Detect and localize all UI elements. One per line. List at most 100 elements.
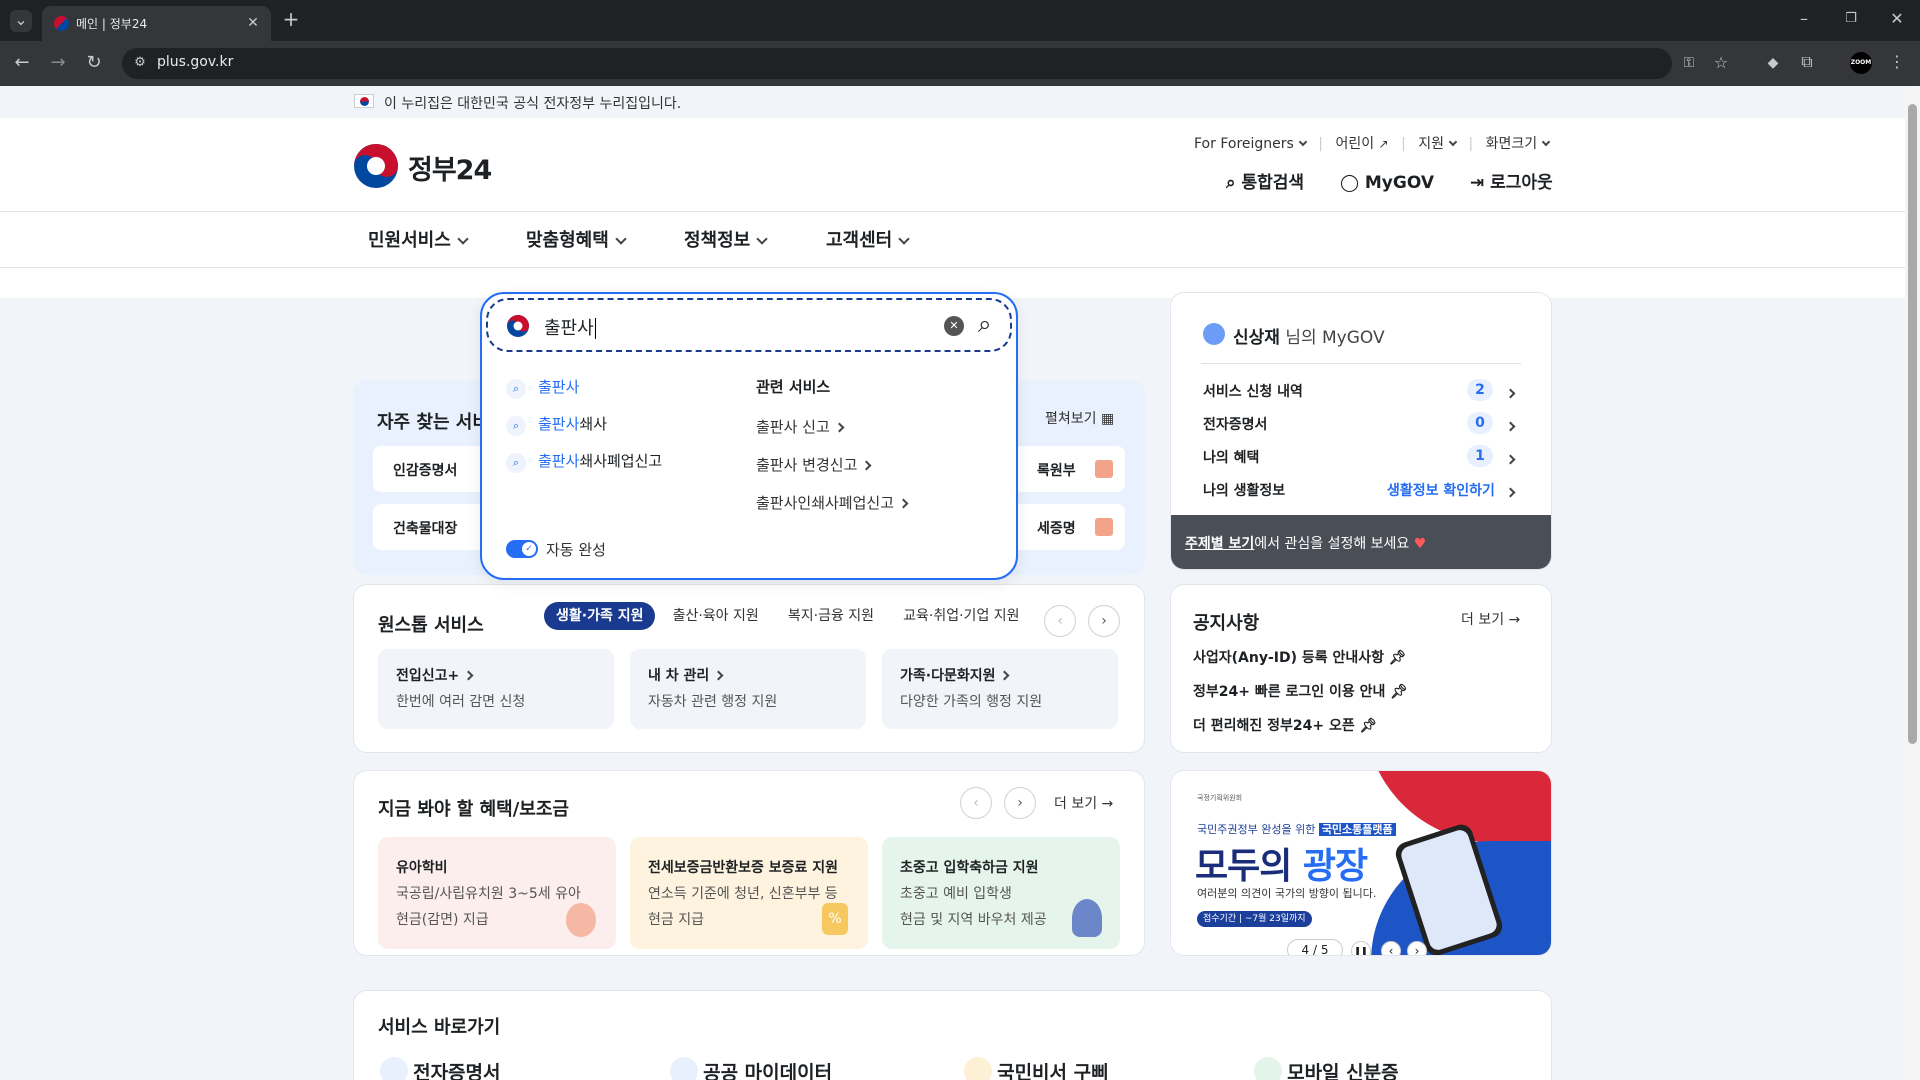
related-service-link[interactable]: 출판사인쇄사폐업신고	[756, 492, 909, 513]
forward-icon[interactable]: →	[46, 53, 70, 73]
pause-icon[interactable]: ❚❚	[1351, 941, 1371, 955]
grid-icon: ▦	[1100, 411, 1115, 427]
restore-icon[interactable]: ❐	[1839, 9, 1863, 29]
favicon-icon	[54, 16, 69, 31]
mygov-button[interactable]: ◯ MyGOV	[1340, 173, 1434, 193]
notice-item[interactable]: 더 편리해진 정부24+ 오픈 📌︎	[1193, 715, 1377, 735]
frequent-services-title: 자주 찾는 서비	[377, 412, 489, 433]
nav-item-benefits[interactable]: 맞춤형혜택	[526, 226, 627, 252]
mygov-footer: 주제별 보기에서 관심을 설정해 보세요 ♥	[1171, 515, 1551, 569]
assistant-icon	[964, 1057, 992, 1080]
site-logo[interactable]	[352, 142, 400, 190]
extension-icon[interactable]: ◆	[1762, 53, 1784, 73]
related-service-link[interactable]: 출판사 변경신고	[756, 454, 872, 475]
minimize-icon[interactable]: –	[1792, 9, 1816, 29]
shortcut-item[interactable]: 공공 마이데이터	[670, 1057, 832, 1080]
support-link[interactable]: 지원	[1418, 136, 1458, 152]
prev-arrow-icon[interactable]: ‹	[960, 787, 992, 819]
notices-more-link[interactable]: 더 보기 →	[1461, 609, 1520, 629]
next-arrow-icon[interactable]: ›	[1407, 941, 1427, 955]
scrollbar-thumb[interactable]	[1908, 104, 1917, 744]
mygov-row-certificates[interactable]: 전자증명서 0	[1201, 410, 1521, 440]
expand-button[interactable]: 펼쳐보기 ▦	[1045, 408, 1114, 428]
promo-headline: 모두의 광장	[1195, 846, 1368, 887]
suggestion-item[interactable]: ⌕ 출판사	[506, 376, 579, 399]
onestop-item[interactable]: 전입신고+ 한번에 여러 감면 신청	[378, 649, 614, 729]
tab-search-icon[interactable]: ⌄	[10, 10, 32, 32]
prev-arrow-icon[interactable]: ‹	[1381, 941, 1401, 955]
mygov-row-lifeinfo[interactable]: 나의 생활정보 생활정보 확인하기	[1201, 476, 1521, 506]
next-arrow-icon[interactable]: ›	[1088, 605, 1120, 637]
logout-button[interactable]: ⇥ 로그아웃	[1470, 173, 1553, 193]
nav-bottom-divider	[0, 267, 1905, 268]
site-header	[0, 118, 1905, 298]
shortcut-item[interactable]: 모바일 신분증	[1254, 1057, 1399, 1080]
nav-item-civil-service[interactable]: 민원서비스	[368, 226, 469, 252]
tab-education-job[interactable]: 교육·취업·기업 지원	[891, 602, 1031, 630]
shortcut-item[interactable]: 전자증명서	[380, 1057, 501, 1080]
tab-life-family[interactable]: 생활·가족 지원	[544, 602, 656, 630]
header-actions: ⌕ 통합검색 ◯ MyGOV ⇥ 로그아웃	[1226, 168, 1553, 193]
promo-banner[interactable]: 국정기획위원회 국민주권정부 완성을 위한 국민소통플랫폼 모두의 광장 여러분…	[1170, 770, 1552, 956]
tab-close-icon[interactable]: ✕	[244, 13, 262, 31]
pin-icon: 📌︎	[1388, 650, 1407, 666]
address-bar[interactable]: ⚙ plus.gov.kr ⚿ ☆	[122, 48, 1728, 79]
search-icon: ⌕	[1226, 173, 1236, 193]
onestop-title: 원스톱 서비스	[378, 615, 484, 636]
mygov-row-applications[interactable]: 서비스 신청 내역 2	[1201, 377, 1521, 407]
onestop-item[interactable]: 내 차 관리 자동차 관련 행정 지원	[630, 649, 866, 729]
suggestion-item[interactable]: ⌕ 출판사쇄사폐업신고	[506, 450, 662, 473]
children-link[interactable]: 어린이 ↗	[1335, 136, 1388, 152]
tab-title: 메인 | 정부24	[76, 17, 148, 31]
percent-tag-icon: %	[822, 903, 848, 935]
reload-icon[interactable]: ↻	[82, 53, 106, 73]
autocomplete-toggle[interactable]: ✓	[506, 540, 538, 558]
notice-item[interactable]: 사업자(Any-ID) 등록 안내사항 📌︎	[1193, 647, 1407, 667]
new-tab-icon[interactable]: +	[280, 9, 302, 29]
prev-arrow-icon[interactable]: ‹	[1044, 605, 1076, 637]
benefit-item[interactable]: 초중고 입학축하금 지원 초중고 예비 입학생 현금 및 지역 바우처 제공	[882, 837, 1120, 949]
back-icon[interactable]: ←	[10, 53, 34, 73]
integrated-search-button[interactable]: ⌕ 통합검색	[1226, 173, 1304, 193]
tab-birth-childcare[interactable]: 출산·육아 지원	[661, 602, 771, 630]
window-close-icon[interactable]: ✕	[1885, 9, 1909, 29]
shortcuts-card: 서비스 바로가기 전자증명서 공공 마이데이터 국민비서 구삐 모바일 신분증	[353, 990, 1552, 1080]
search-input[interactable]: 출판사	[544, 314, 596, 340]
next-arrow-icon[interactable]: ›	[1004, 787, 1036, 819]
pin-icon: 📌︎	[1390, 684, 1409, 700]
korea-flag-icon	[354, 94, 374, 108]
gov-banner: 이 누리집은 대한민국 공식 전자정부 누리집입니다.	[0, 86, 1905, 118]
tab-welfare-finance[interactable]: 복지·금융 지원	[776, 602, 886, 630]
promo-org: 국정기획위원회	[1197, 794, 1243, 802]
benefits-title: 지금 봐야 할 혜택/보조금	[378, 799, 569, 820]
extensions-puzzle-icon[interactable]: ⧉	[1796, 52, 1818, 72]
topic-view-link[interactable]: 주제별 보기	[1185, 536, 1254, 552]
password-key-icon[interactable]: ⚿	[1678, 53, 1700, 73]
nav-item-policy[interactable]: 정책정보	[684, 226, 768, 252]
frequent-item[interactable]: 록원부	[1013, 446, 1125, 492]
bookmark-star-icon[interactable]: ☆	[1710, 53, 1732, 73]
nav-item-customer-center[interactable]: 고객센터	[826, 226, 910, 252]
browser-tab[interactable]: 메인 | 정부24 ✕	[42, 6, 271, 41]
promo-subline: 여러분의 의견이 국가의 방향이 됩니다.	[1197, 887, 1377, 900]
user-icon: ◯	[1339, 173, 1359, 193]
benefits-more-link[interactable]: 더 보기 →	[1054, 793, 1113, 813]
for-foreigners-link[interactable]: For Foreigners	[1194, 136, 1308, 152]
screen-size-link[interactable]: 화면크기	[1486, 136, 1551, 152]
profile-avatar[interactable]: ZOOM	[1850, 52, 1872, 74]
mygov-row-benefits[interactable]: 나의 혜택 1	[1201, 443, 1521, 473]
notice-item[interactable]: 정부24+ 빠른 로그인 이용 안내 📌︎	[1193, 681, 1408, 701]
browser-menu-icon[interactable]: ⋮	[1887, 52, 1907, 72]
benefit-item[interactable]: 전세보증금반환보증 보증료 지원 연소득 기준에 청년, 신혼부부 등 현금 지…	[630, 837, 868, 949]
related-service-link[interactable]: 출판사 신고	[756, 416, 845, 437]
benefit-item[interactable]: 유아학비 국공립/사립유치원 3~5세 유아 현금(감면) 지급	[378, 837, 616, 949]
search-submit-icon[interactable]: ⌕	[978, 310, 991, 338]
site-info-icon[interactable]: ⚙	[130, 53, 150, 73]
onestop-item[interactable]: 가족·다문화지원 다양한 가족의 행정 지원	[882, 649, 1118, 729]
shortcut-item[interactable]: 국민비서 구삐	[964, 1057, 1109, 1080]
suggestion-item[interactable]: ⌕ 출판사쇄사	[506, 413, 607, 436]
clear-search-icon[interactable]: ✕	[944, 316, 964, 336]
shortcuts-title: 서비스 바로가기	[378, 1017, 501, 1038]
logo-text[interactable]: 정부24	[408, 148, 492, 187]
frequent-item[interactable]: 세증명	[1013, 504, 1125, 550]
